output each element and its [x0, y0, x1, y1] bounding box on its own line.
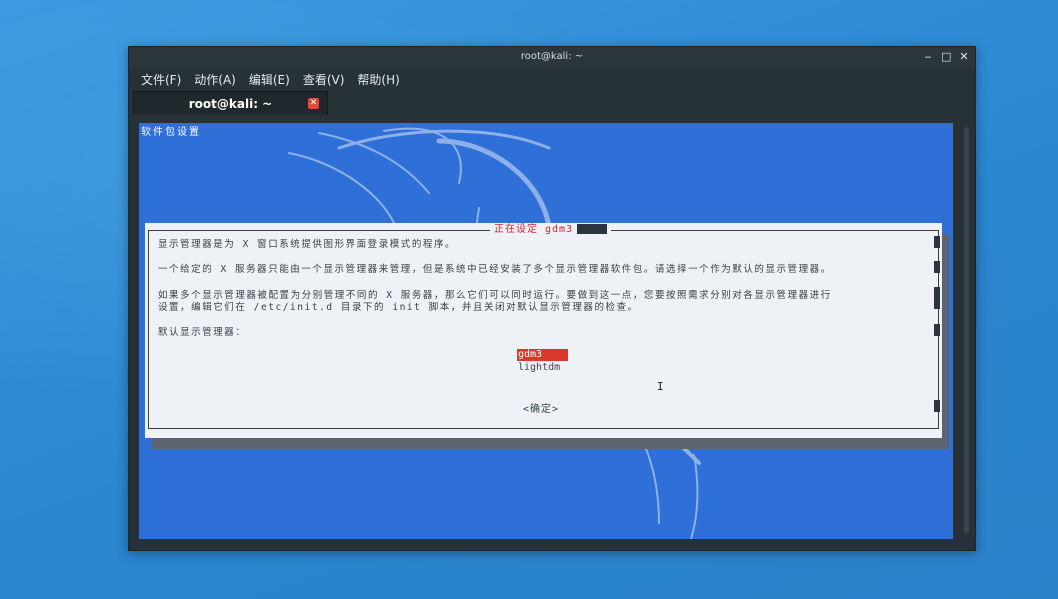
ok-button[interactable]: <确定> [523, 400, 559, 415]
option-gdm3[interactable]: gdm3 [517, 349, 568, 361]
scroll-marker [934, 236, 940, 248]
menu-view[interactable]: 查看(V) [303, 71, 345, 88]
terminal-header-text: 软件包设置 [141, 127, 201, 138]
dialog-paragraph-3-line-2: 设置，编辑它们在 /etc/init.d 目录下的 init 脚本，并且关闭对默… [158, 302, 639, 313]
scroll-marker [934, 287, 940, 309]
menubar: 文件(F) 动作(A) 编辑(E) 查看(V) 帮助(H) [129, 68, 975, 90]
dialog-prompt: 默认显示管理器： [158, 327, 247, 338]
window-titlebar[interactable]: root@kali: ~ ‒ □ ✕ [129, 47, 975, 67]
option-lightdm[interactable]: lightdm [517, 362, 568, 374]
scroll-marker [934, 400, 940, 412]
menu-edit[interactable]: 编辑(E) [249, 71, 290, 88]
terminal-window: root@kali: ~ ‒ □ ✕ 文件(F) 动作(A) 编辑(E) 查看(… [128, 46, 976, 551]
window-title: root@kali: ~ [520, 51, 584, 62]
menu-actions[interactable]: 动作(A) [194, 71, 236, 88]
terminal-scrollbar[interactable] [964, 127, 969, 533]
close-icon[interactable]: ✕ [959, 47, 969, 67]
title-marker [577, 224, 608, 234]
window-controls: ‒ □ ✕ [923, 47, 969, 67]
dialog-title: 正在设定 gdm3 [490, 223, 612, 237]
tab-bar: root@kali: ~ ✕ [129, 90, 975, 116]
menu-help[interactable]: 帮助(H) [357, 71, 399, 88]
dialog-title-text: 正在设定 gdm3 [494, 224, 574, 235]
tab-label: root@kali: ~ [188, 97, 273, 111]
terminal-area[interactable]: 软件包设置 正在设定 gdm3 显示管理器是为 X 窗口系统提供图形界面登录模式… [139, 123, 953, 539]
menu-file[interactable]: 文件(F) [141, 71, 181, 88]
text-cursor-icon: I [657, 380, 664, 393]
dialog-paragraph-2: 一个给定的 X 服务器只能由一个显示管理器来管理，但是系统中已经安装了多个显示管… [158, 264, 832, 275]
scroll-marker [934, 261, 940, 273]
dialog-paragraph-1: 显示管理器是为 X 窗口系统提供图形界面登录模式的程序。 [158, 239, 457, 250]
tab-root-kali[interactable]: root@kali: ~ ✕ [133, 91, 328, 115]
debconf-dialog: 正在设定 gdm3 显示管理器是为 X 窗口系统提供图形界面登录模式的程序。 一… [145, 223, 942, 438]
maximize-icon[interactable]: □ [941, 47, 951, 67]
close-icon[interactable]: ✕ [308, 98, 319, 109]
scroll-marker [934, 324, 940, 336]
minimize-icon[interactable]: ‒ [923, 47, 933, 67]
